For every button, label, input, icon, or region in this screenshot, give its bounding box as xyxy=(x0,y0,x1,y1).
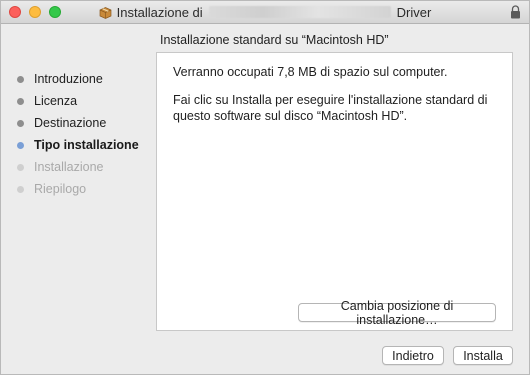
redacted-product-name xyxy=(208,6,391,18)
window-title-suffix: Driver xyxy=(396,4,432,20)
content-panel: Verranno occupati 7,8 MB di spazio sul c… xyxy=(156,52,513,331)
step-label: Riepilogo xyxy=(34,182,87,196)
window-title: Installazione di Driver xyxy=(1,1,529,23)
step-introduzione: Introduzione xyxy=(17,68,139,90)
install-instructions: Fai clic su Installa per eseguire l'inst… xyxy=(173,93,488,123)
step-dot-icon xyxy=(17,163,24,171)
install-button[interactable]: Installa xyxy=(453,346,513,365)
back-button[interactable]: Indietro xyxy=(382,346,444,365)
package-icon xyxy=(99,6,112,19)
step-licenza: Licenza xyxy=(17,90,139,112)
installer-window: Installazione di Driver Installazione st… xyxy=(0,0,530,375)
step-label: Licenza xyxy=(34,94,78,108)
step-dot-icon xyxy=(17,119,24,127)
step-installazione: Installazione xyxy=(17,156,139,178)
step-dot-icon xyxy=(17,97,24,105)
installer-steps: Introduzione Licenza Destinazione Tipo i… xyxy=(17,68,139,200)
step-tipo-installazione: Tipo installazione xyxy=(17,134,139,156)
step-label: Tipo installazione xyxy=(34,138,139,152)
step-label: Installazione xyxy=(34,160,104,174)
disk-space-message: Verranno occupati 7,8 MB di spazio sul c… xyxy=(173,65,448,79)
step-riepilogo: Riepilogo xyxy=(17,178,139,200)
content-text: Verranno occupati 7,8 MB di spazio sul c… xyxy=(173,64,503,136)
section-title: Installazione standard su “Macintosh HD” xyxy=(160,33,389,47)
lock-icon[interactable] xyxy=(510,5,521,19)
step-label: Introduzione xyxy=(34,72,103,86)
change-install-location-button[interactable]: Cambia posizione di installazione… xyxy=(298,299,496,327)
step-dot-icon xyxy=(17,141,24,149)
step-dot-icon xyxy=(17,75,24,83)
window-title-prefix: Installazione di xyxy=(116,4,203,20)
step-label: Destinazione xyxy=(34,116,107,130)
step-dot-icon xyxy=(17,185,24,193)
title-bar[interactable]: Installazione di Driver xyxy=(1,1,529,24)
step-destinazione: Destinazione xyxy=(17,112,139,134)
